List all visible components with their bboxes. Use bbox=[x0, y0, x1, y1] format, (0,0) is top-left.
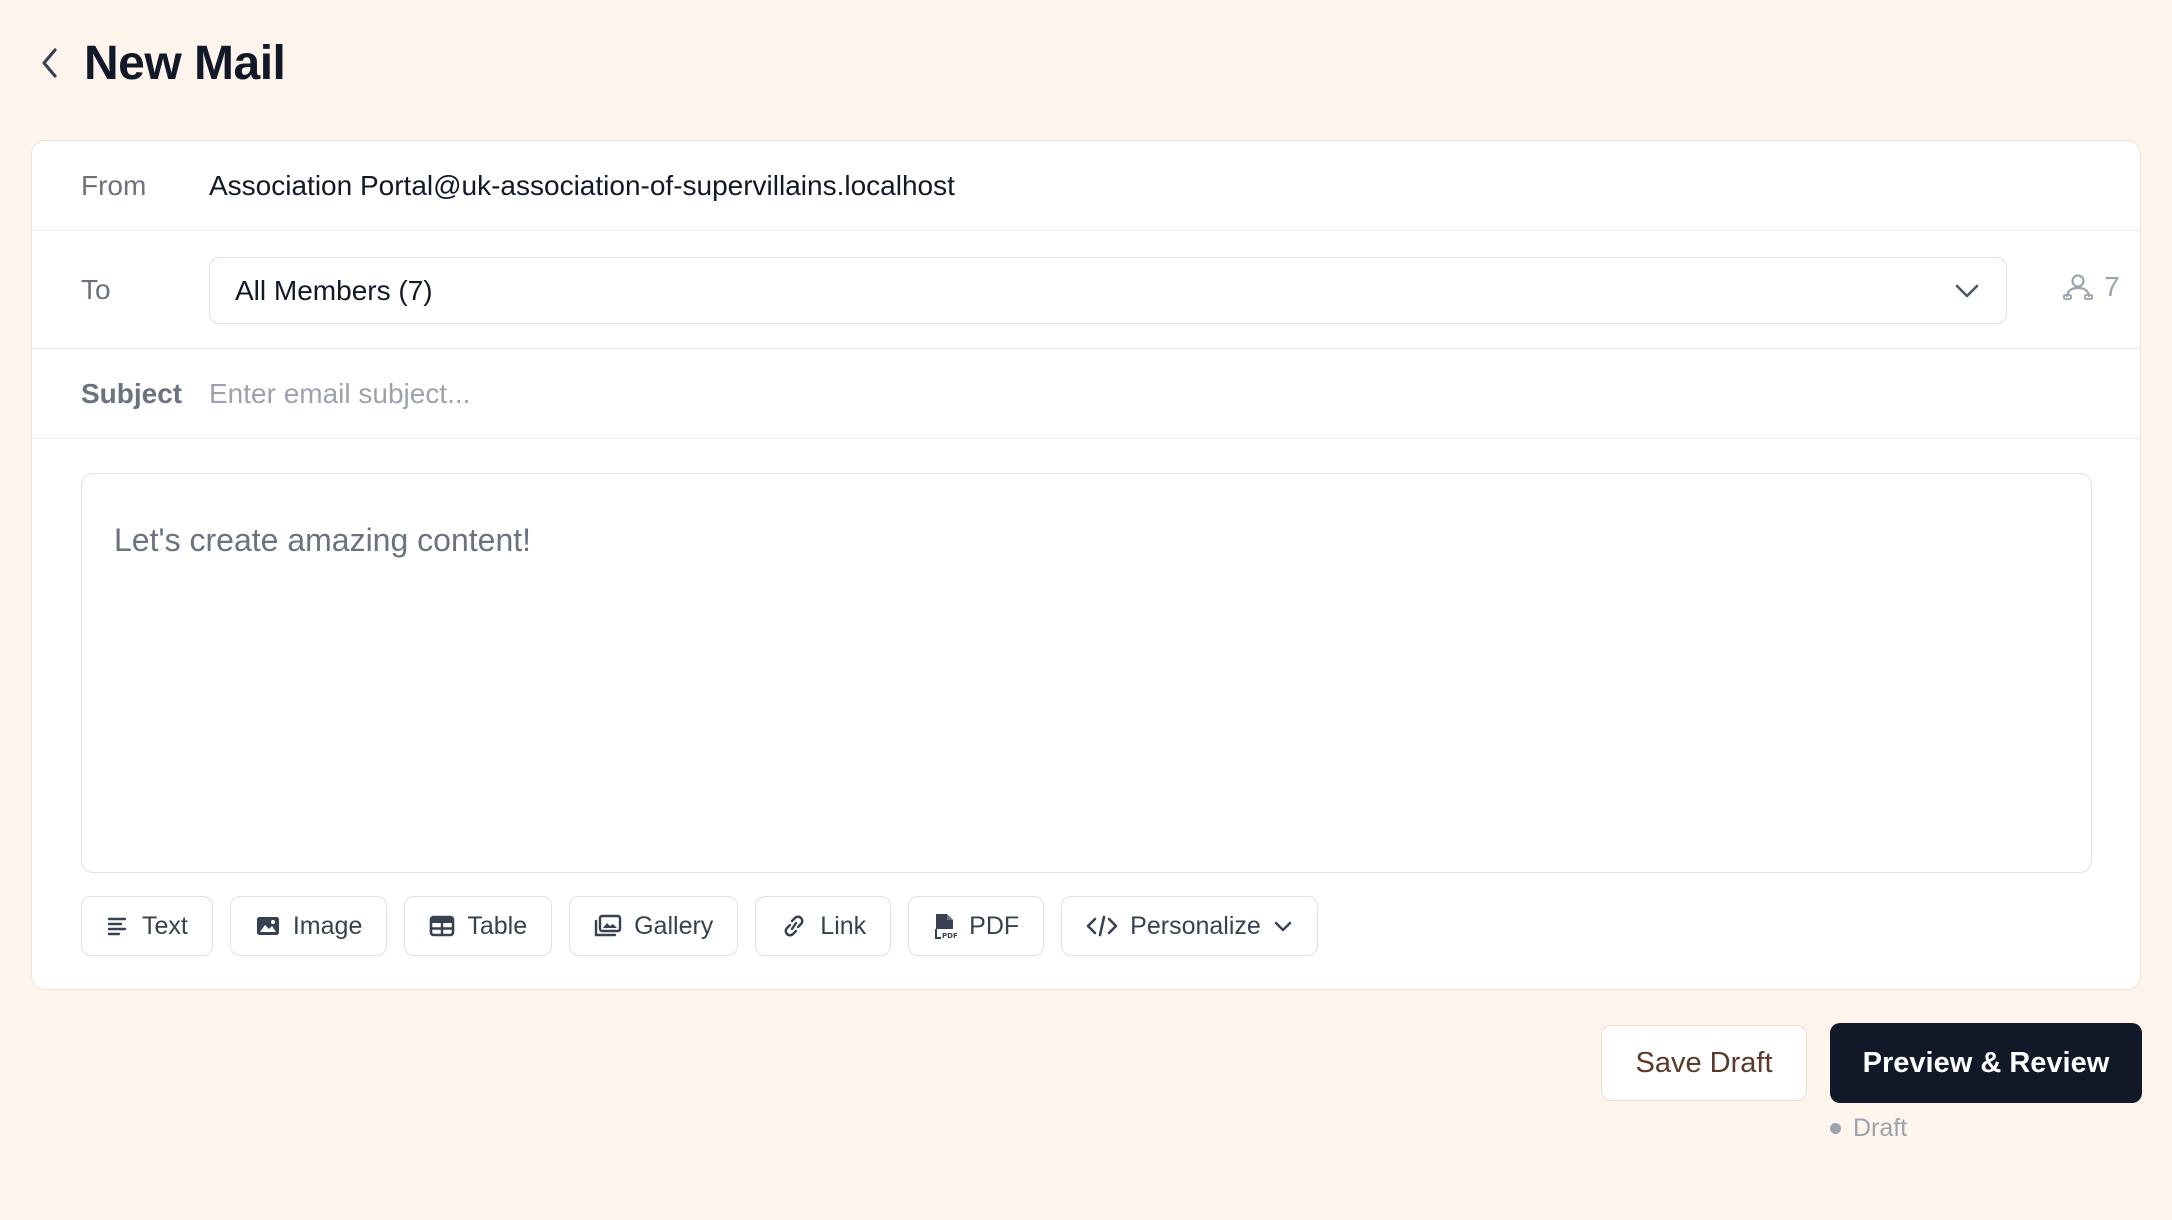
compose-card: From Association Portal@uk-association-o… bbox=[31, 140, 2141, 990]
back-button[interactable] bbox=[30, 43, 70, 83]
gallery-block-label: Gallery bbox=[634, 911, 714, 940]
status-text: Draft bbox=[1853, 1114, 1908, 1142]
save-draft-button[interactable]: Save Draft bbox=[1601, 1025, 1807, 1101]
gallery-block-button[interactable]: Gallery bbox=[569, 896, 739, 956]
recipient-count-value: 7 bbox=[2104, 271, 2120, 302]
status-dot bbox=[1830, 1123, 1841, 1134]
chevron-down-icon bbox=[1274, 921, 1292, 932]
block-toolbar: Text Image Table Gallery Link PDF PDF Pe… bbox=[81, 896, 1318, 956]
gallery-icon bbox=[594, 914, 622, 937]
text-align-left-icon bbox=[107, 917, 127, 936]
image-icon bbox=[256, 917, 279, 935]
personalize-label: Personalize bbox=[1130, 911, 1261, 940]
code-icon bbox=[1086, 915, 1118, 937]
from-row: From Association Portal@uk-association-o… bbox=[32, 141, 2140, 231]
users-icon bbox=[2063, 274, 2093, 300]
subject-label: Subject bbox=[81, 377, 183, 409]
image-block-button[interactable]: Image bbox=[229, 896, 388, 956]
from-value: Association Portal@uk-association-of-sup… bbox=[209, 169, 955, 201]
subject-input[interactable] bbox=[209, 374, 2089, 414]
text-block-button[interactable]: Text bbox=[81, 896, 213, 956]
pdf-file-icon: PDF bbox=[935, 914, 957, 940]
link-block-label: Link bbox=[820, 911, 867, 940]
pdf-block-button[interactable]: PDF PDF bbox=[908, 896, 1045, 956]
link-block-button[interactable]: Link bbox=[755, 896, 892, 956]
recipients-select-value: All Members (7) bbox=[235, 274, 433, 306]
svg-text:PDF: PDF bbox=[942, 932, 957, 940]
recipient-count: 7 bbox=[2062, 271, 2120, 303]
content-editor[interactable]: Let's create amazing content! bbox=[81, 473, 2092, 873]
recipients-select[interactable]: All Members (7) bbox=[209, 257, 2007, 324]
pdf-block-label: PDF bbox=[969, 911, 1020, 940]
image-block-label: Image bbox=[292, 911, 363, 940]
table-icon bbox=[430, 915, 455, 937]
link-icon bbox=[784, 915, 804, 937]
page-title: New Mail bbox=[84, 36, 286, 90]
chevron-left-icon bbox=[42, 48, 57, 78]
text-block-label: Text bbox=[142, 911, 188, 940]
preview-review-button[interactable]: Preview & Review bbox=[1830, 1023, 2142, 1103]
chevron-down-icon bbox=[1955, 284, 1979, 298]
table-block-label: Table bbox=[467, 911, 528, 940]
page-header: New Mail bbox=[30, 28, 286, 98]
status-indicator: Draft bbox=[1830, 1114, 1907, 1143]
personalize-button[interactable]: Personalize bbox=[1061, 896, 1318, 956]
editor-placeholder: Let's create amazing content! bbox=[114, 522, 532, 558]
subject-row: Subject bbox=[32, 349, 2140, 439]
from-label: From bbox=[81, 169, 147, 201]
table-block-button[interactable]: Table bbox=[404, 896, 553, 956]
new-mail-page: New Mail From Association Portal@uk-asso… bbox=[0, 0, 2172, 1220]
to-label: To bbox=[81, 273, 111, 305]
to-row: To All Members (7) 7 bbox=[32, 231, 2140, 349]
